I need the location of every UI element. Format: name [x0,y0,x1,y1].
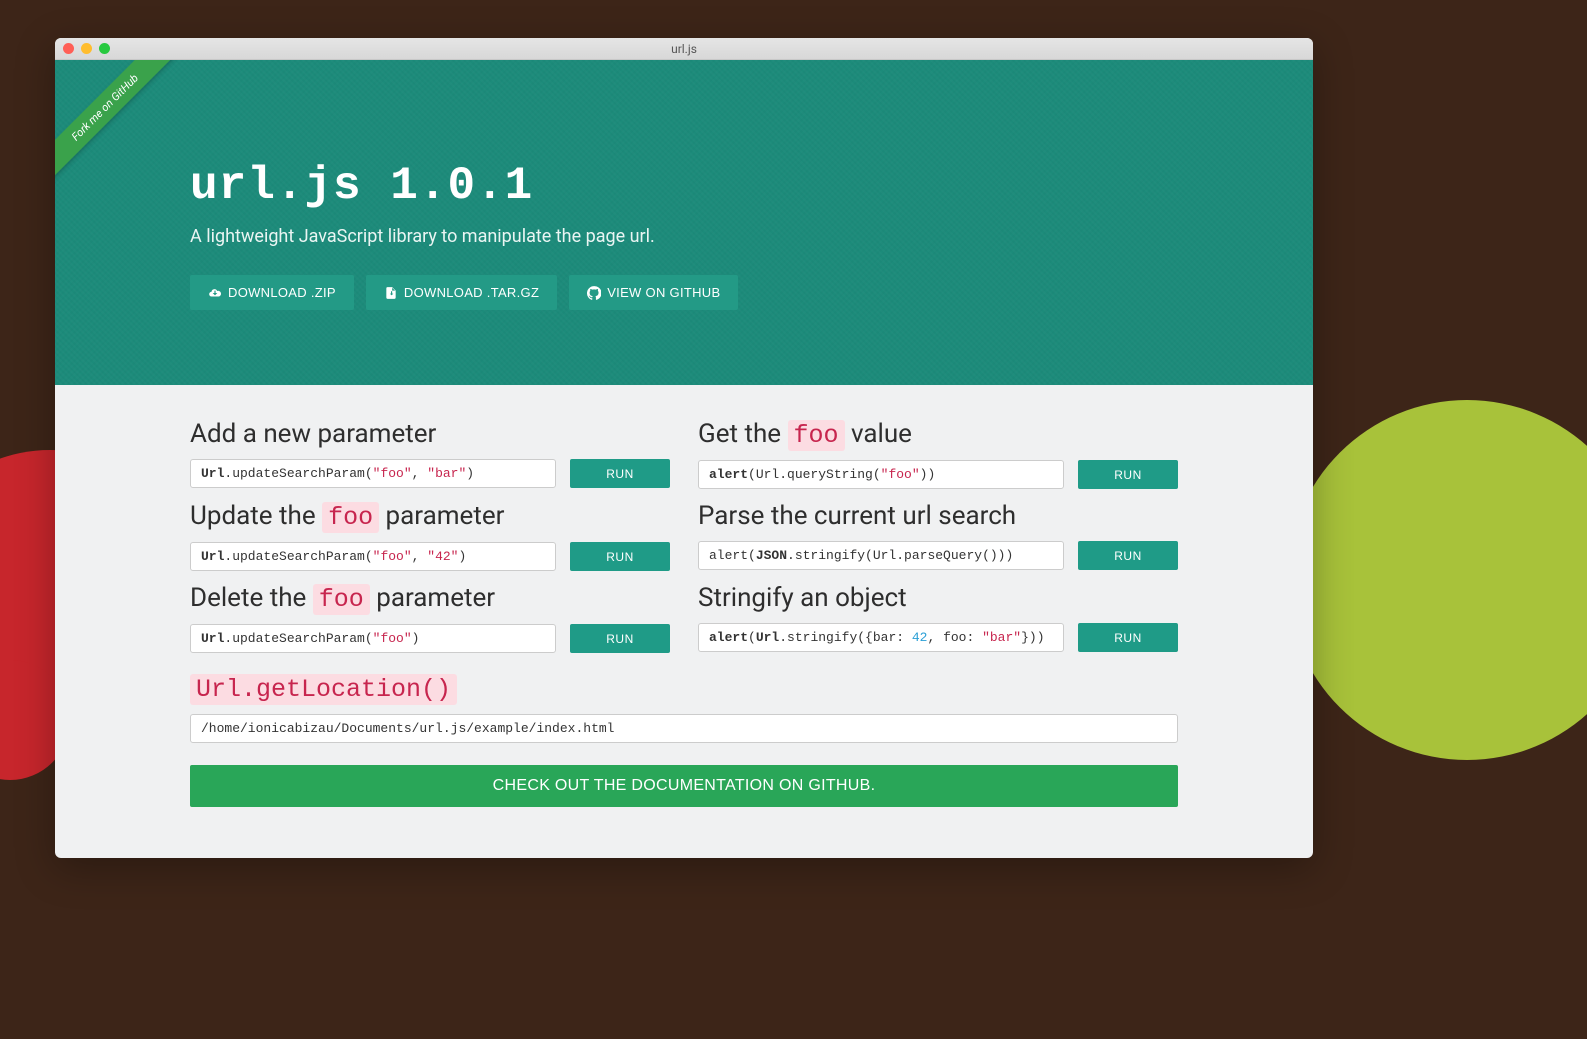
getlocation-heading-code: Url.getLocation() [190,674,457,705]
window-close-icon[interactable] [63,43,74,54]
example-stringify: Stringify an object alert(Url.stringify(… [698,571,1178,653]
bg-blob-green [1287,400,1587,760]
fork-ribbon[interactable]: Fork me on GitHub [55,60,195,200]
download-targz-label: DOWNLOAD .TAR.GZ [404,285,539,300]
example-stringify-code: alert(Url.stringify({bar: 42, foo: "bar"… [698,623,1064,652]
download-zip-button[interactable]: DOWNLOAD .ZIP [190,275,354,310]
example-parse-code: alert(JSON.stringify(Url.parseQuery())) [698,541,1064,570]
example-add-code: Url.updateSearchParam("foo", "bar") [190,459,556,488]
inline-code: foo [788,420,845,451]
download-targz-button[interactable]: DOWNLOAD .TAR.GZ [366,275,557,310]
example-parse: Parse the current url search alert(JSON.… [698,489,1178,571]
cloud-download-icon [208,286,222,300]
example-add: Add a new parameter Url.updateSearchPara… [190,407,670,489]
window-minimize-icon[interactable] [81,43,92,54]
download-zip-label: DOWNLOAD .ZIP [228,285,336,300]
titlebar: url.js [55,38,1313,60]
example-delete-code: Url.updateSearchParam("foo") [190,624,556,653]
page-subtitle: A lightweight JavaScript library to mani… [190,226,1178,247]
example-getlocation: Url.getLocation() /home/ionicabizau/Docu… [190,661,1178,743]
example-get: Get the foo value alert(Url.queryString(… [698,407,1178,489]
run-button-parse[interactable]: RUN [1078,541,1178,570]
file-download-icon [384,286,398,300]
inline-code: foo [322,502,379,533]
hero: Fork me on GitHub url.js 1.0.1 A lightwe… [55,60,1313,385]
example-delete: Delete the foo parameter Url.updateSearc… [190,571,670,653]
documentation-button[interactable]: CHECK OUT THE DOCUMENTATION ON GITHUB. [190,765,1178,807]
example-stringify-title: Stringify an object [698,583,907,613]
location-value: /home/ionicabizau/Documents/url.js/examp… [190,714,1178,743]
browser-window: url.js Fork me on GitHub url.js 1.0.1 A … [55,38,1313,858]
fork-ribbon-label: Fork me on GitHub [55,60,185,187]
run-button-delete[interactable]: RUN [570,624,670,653]
example-update: Update the foo parameter Url.updateSearc… [190,489,670,571]
example-add-title: Add a new parameter [190,419,436,449]
page-title: url.js 1.0.1 [190,160,1178,212]
window-zoom-icon[interactable] [99,43,110,54]
run-button-update[interactable]: RUN [570,542,670,571]
view-github-label: VIEW ON GITHUB [607,285,720,300]
window-title: url.js [55,42,1313,56]
view-github-button[interactable]: VIEW ON GITHUB [569,275,738,310]
run-button-stringify[interactable]: RUN [1078,623,1178,652]
example-get-code: alert(Url.queryString("foo")) [698,460,1064,489]
github-icon [587,286,601,300]
example-update-code: Url.updateSearchParam("foo", "42") [190,542,556,571]
inline-code: foo [313,584,370,615]
run-button-get[interactable]: RUN [1078,460,1178,489]
run-button-add[interactable]: RUN [570,459,670,488]
example-parse-title: Parse the current url search [698,501,1016,531]
